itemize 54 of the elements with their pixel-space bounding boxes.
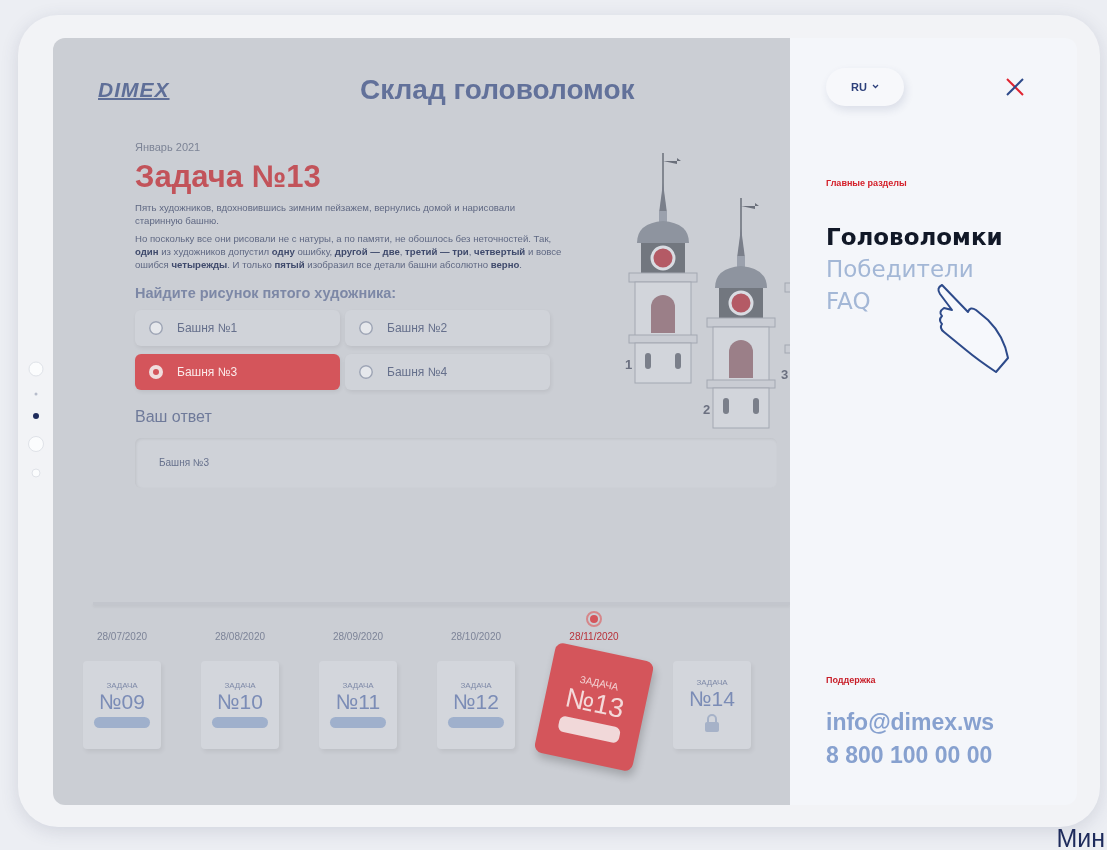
- puzzle-card[interactable]: ЗАДАЧА №12: [437, 660, 515, 749]
- tower-number: 3: [781, 366, 789, 382]
- radio-option[interactable]: Башня №4: [345, 353, 550, 390]
- email-link[interactable]: info@dimex.ws: [826, 708, 1077, 736]
- puzzle-number: №11: [335, 690, 381, 714]
- puzzle-card[interactable]: ЗАДАЧА №14: [673, 660, 751, 749]
- page-title: Склад головоломок: [360, 74, 635, 106]
- answer-label: Ваш ответ: [135, 407, 213, 426]
- heading-fragment: Мин: [1055, 827, 1106, 850]
- puzzle-number: №12: [453, 690, 499, 714]
- puzzle-date: 28/08/2020: [214, 630, 266, 644]
- language-selector[interactable]: RU: [826, 67, 904, 106]
- radio-option[interactable]: Башня №2: [345, 309, 550, 346]
- menu-link[interactable]: Головоломки: [826, 223, 1003, 250]
- radio-option[interactable]: Башня №3: [135, 353, 340, 390]
- question: Найдите рисунок пятого художника:: [135, 284, 398, 301]
- puzzle-chip[interactable]: [212, 717, 268, 728]
- puzzle-chip[interactable]: [94, 717, 150, 728]
- puzzle-card[interactable]: ЗАДАЧА №13: [533, 641, 655, 772]
- puzzle-caption: ЗАДАЧА: [696, 677, 728, 687]
- answer-field[interactable]: Башня №3: [135, 437, 777, 488]
- logo[interactable]: DIMEX: [98, 78, 360, 102]
- puzzle-card[interactable]: ЗАДАЧА №10: [201, 660, 279, 749]
- puzzle-date: 28/11/2020: [569, 630, 619, 644]
- menu-link[interactable]: FAQ: [826, 287, 871, 314]
- phone-link[interactable]: 8 800 100 00 00: [826, 741, 1077, 769]
- task-description: Пять художников, вдохновившись зимним пейзажем, вернулись домой и нарисовали старинную башню.: [135, 200, 516, 227]
- puzzle-chip[interactable]: [330, 717, 386, 728]
- menu-link[interactable]: Победители: [826, 255, 974, 282]
- chevron-down-icon: [871, 84, 879, 89]
- section-label: Поддержка: [826, 674, 877, 685]
- close-button[interactable]: [1004, 75, 1026, 98]
- tower-number: 1: [625, 356, 633, 372]
- radio-option[interactable]: Башня №1: [135, 309, 340, 346]
- puzzle-card[interactable]: ЗАДАЧА №09: [83, 660, 161, 749]
- task-description: Но поскольку все они рисовали не с натуры, а по памяти, не обошлось без неточностей. Так, один из художников допустил одну ошибку, другой — две, третий — три, четвертый и вовсе ошибся четырежды. И только пятый изобразил все детали башни абсолютно верно.: [135, 231, 563, 271]
- puzzle-number: №14: [689, 686, 735, 711]
- puzzle-caption: ЗАДАЧА: [342, 681, 374, 690]
- puzzle-caption: ЗАДАЧА: [224, 681, 256, 690]
- task-title: Задача №13: [135, 158, 322, 195]
- section-label: Главные разделы: [826, 177, 908, 188]
- puzzle-chip[interactable]: [448, 717, 504, 728]
- tower-number: 2: [703, 401, 711, 417]
- puzzle-caption: ЗАДАЧА: [106, 681, 138, 690]
- puzzle-date: 28/10/2020: [450, 630, 502, 644]
- puzzle-number: №09: [99, 690, 145, 714]
- task-month: Январь 2021: [135, 140, 202, 153]
- puzzle-card[interactable]: ЗАДАЧА №11: [319, 660, 397, 749]
- puzzle-caption: ЗАДАЧА: [460, 681, 492, 690]
- close-icon: [1004, 75, 1026, 98]
- puzzle-number: №10: [217, 690, 263, 714]
- current-marker: [586, 610, 602, 627]
- puzzle-date: 28/07/2020: [96, 630, 148, 644]
- puzzle-date: 28/09/2020: [332, 630, 384, 644]
